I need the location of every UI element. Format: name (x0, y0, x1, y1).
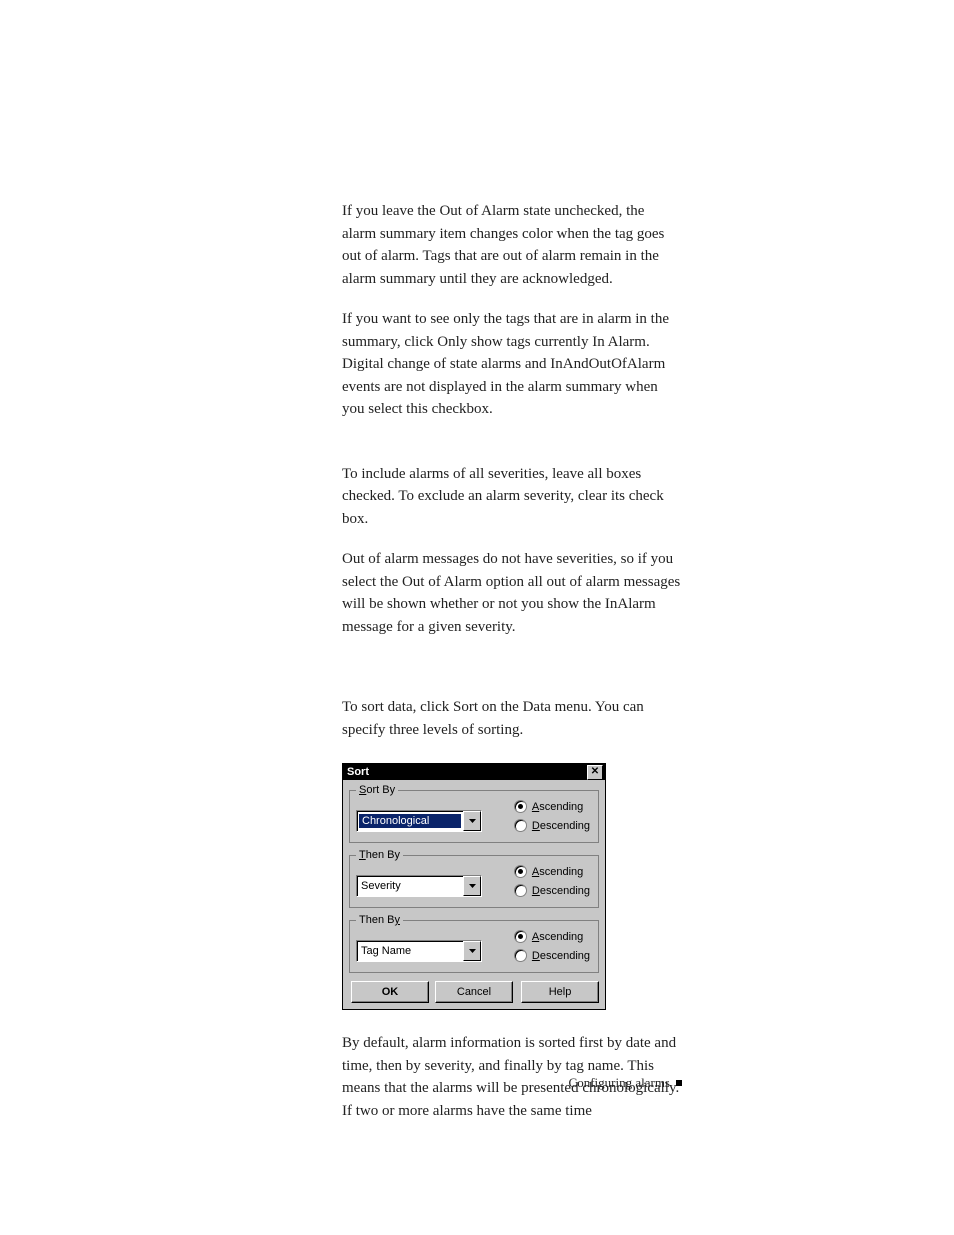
page-content: If you leave the Out of Alarm state unch… (342, 200, 682, 1140)
ascending-radio[interactable]: Ascending (514, 800, 590, 813)
radio-icon (514, 884, 527, 897)
sort-by-group: Sort By Chronological Ascending (349, 784, 599, 843)
paragraph: If you want to see only the tags that ar… (342, 308, 682, 421)
radio-label: Ascending (532, 866, 583, 878)
then-by-combo-1[interactable]: Severity (356, 875, 482, 897)
radio-icon (514, 930, 527, 943)
square-bullet-icon (676, 1080, 682, 1086)
radio-icon (514, 819, 527, 832)
radio-label: Descending (532, 820, 590, 832)
radio-icon (514, 949, 527, 962)
ascending-radio[interactable]: Ascending (514, 930, 590, 943)
ascending-radio[interactable]: Ascending (514, 865, 590, 878)
paragraph: To sort data, click Sort on the Data men… (342, 696, 682, 741)
descending-radio[interactable]: Descending (514, 884, 590, 897)
radio-group: Ascending Descending (514, 865, 590, 897)
paragraph: Out of alarm messages do not have severi… (342, 548, 682, 638)
paragraph: If you leave the Out of Alarm state unch… (342, 200, 682, 290)
help-button[interactable]: Help (521, 981, 599, 1003)
then-by-combo-2[interactable]: Tag Name (356, 940, 482, 962)
close-icon[interactable]: ✕ (587, 765, 603, 780)
chevron-down-icon[interactable] (463, 941, 481, 961)
dialog-title: Sort (347, 766, 369, 778)
sort-by-combo[interactable]: Chronological (356, 810, 482, 832)
dialog-button-row: OK Cancel Help (349, 979, 599, 1003)
sort-dialog: Sort ✕ Sort By Chronological (342, 763, 606, 1010)
combo-value: Severity (357, 880, 463, 892)
paragraph: To include alarms of all severities, lea… (342, 463, 682, 531)
group-legend: Sort By (356, 784, 398, 796)
radio-group: Ascending Descending (514, 800, 590, 832)
radio-label: Descending (532, 885, 590, 897)
dialog-titlebar[interactable]: Sort ✕ (343, 764, 605, 780)
radio-label: Ascending (532, 931, 583, 943)
group-legend: Then By (356, 849, 403, 861)
dialog-body: Sort By Chronological Ascending (343, 780, 605, 1009)
radio-label: Ascending (532, 801, 583, 813)
radio-icon (514, 800, 527, 813)
footer-text: Configuring alarms (569, 1075, 670, 1091)
radio-icon (514, 865, 527, 878)
cancel-button[interactable]: Cancel (435, 981, 513, 1003)
descending-radio[interactable]: Descending (514, 819, 590, 832)
then-by-group-1: Then By Severity Ascending (349, 849, 599, 908)
page-footer: Configuring alarms (569, 1075, 682, 1091)
descending-radio[interactable]: Descending (514, 949, 590, 962)
radio-group: Ascending Descending (514, 930, 590, 962)
combo-value: Chronological (359, 814, 461, 828)
combo-value: Tag Name (357, 945, 463, 957)
chevron-down-icon[interactable] (463, 811, 481, 831)
chevron-down-icon[interactable] (463, 876, 481, 896)
then-by-group-2: Then By Tag Name Ascending (349, 914, 599, 973)
radio-label: Descending (532, 950, 590, 962)
group-legend: Then By (356, 914, 403, 926)
ok-button[interactable]: OK (351, 981, 429, 1003)
